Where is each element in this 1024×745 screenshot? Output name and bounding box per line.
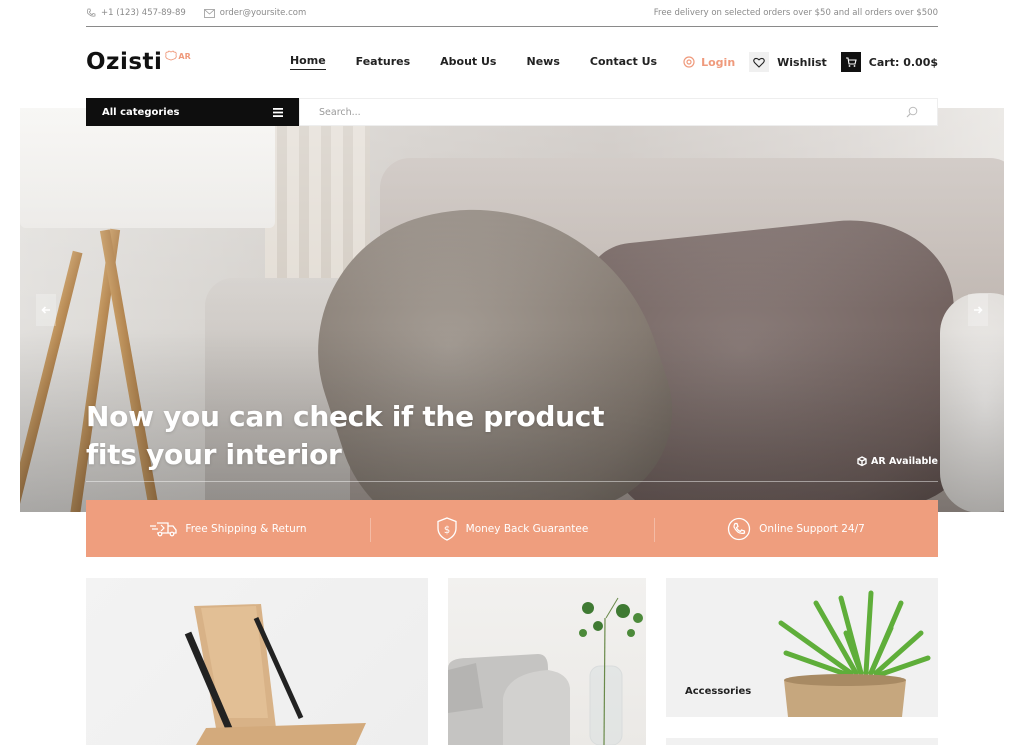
hero-title-line-1: Now you can check if the product [86,400,605,433]
cart-button[interactable]: Cart: 0.00$ [840,52,938,72]
hamburger-icon [273,107,283,117]
delivery-promo: Free delivery on selected orders over $5… [653,8,938,18]
feature-label: Free Shipping & Return [185,522,307,535]
cart-label: Cart: 0.00$ [868,55,938,69]
email-contact[interactable]: order@yoursite.com [203,8,307,18]
phone-number: +1 (123) 457-89-89 [101,8,186,18]
all-categories-label: All categories [102,106,180,118]
truck-icon [150,521,178,536]
category-tile-chair[interactable] [86,578,428,745]
cart-icon-box [840,52,861,72]
svg-text:$: $ [443,525,449,536]
chair-image [184,604,366,745]
cart-icon [845,57,857,67]
phone-icon [728,517,751,540]
top-bar: +1 (123) 457-89-89 order@yoursite.com Fr… [86,0,938,27]
nav-contact-us[interactable]: Contact Us [590,55,657,70]
email-address: order@yoursite.com [219,8,307,18]
ar-available-badge[interactable]: AR Available [856,456,938,467]
main-nav: Home Features About Us News Contact Us [289,54,657,70]
shield-dollar-icon: $ [437,516,457,541]
ar-cube-icon [857,456,867,467]
wishlist-label: Wishlist [777,55,827,69]
category-tile-accessories[interactable]: Accessories [666,578,938,717]
ar-available-label: AR Available [870,456,938,467]
arrow-left-icon [41,306,50,314]
search-icon[interactable] [906,106,918,118]
ar-cube-icon [165,50,178,61]
header: Ozisti AR Home Features About Us News Co… [86,40,938,84]
logo-text: Ozisti [86,49,163,75]
nav-news[interactable]: News [526,55,559,70]
feature-label: Online Support 24/7 [759,522,865,535]
feature-online-support: Online Support 24/7 [654,500,938,557]
hero-title: Now you can check if the product fits yo… [86,398,606,474]
slider-prev-button[interactable] [36,294,56,326]
wishlist-button[interactable]: Wishlist [749,52,827,72]
feature-label: Money Back Guarantee [465,522,589,535]
nav-features[interactable]: Features [356,55,410,70]
hero-divider [86,481,938,482]
features-bar: Free Shipping & Return $ Money Back Guar… [86,500,938,557]
login-link[interactable]: Login [683,56,735,69]
phone-icon [86,8,96,17]
logo-ar-text: AR [178,51,191,61]
logo-ar-badge: AR [164,50,191,62]
accessories-label: Accessories [685,686,752,697]
arrow-right-icon [974,306,983,314]
hero-title-line-2: fits your interior [86,438,342,471]
category-tile-sofa[interactable] [448,578,646,745]
search-bar [299,98,938,126]
wishlist-icon-box [749,52,770,72]
feature-money-back: $ Money Back Guarantee [370,500,654,557]
at-user-icon [683,56,695,68]
nav-home[interactable]: Home [289,54,326,70]
all-categories-button[interactable]: All categories [86,98,299,126]
sofa-vase-image [448,597,643,745]
search-input[interactable] [319,106,906,118]
mail-icon [203,8,215,18]
phone-contact[interactable]: +1 (123) 457-89-89 [86,8,186,18]
nav-about-us[interactable]: About Us [440,55,496,70]
logo[interactable]: Ozisti AR [86,49,191,75]
category-tile-next[interactable] [666,738,938,745]
slider-next-button[interactable] [968,294,988,326]
feature-free-shipping: Free Shipping & Return [86,500,370,557]
login-label: Login [701,55,736,69]
hero-slider: Now you can check if the product fits yo… [20,108,1004,512]
heart-icon [753,57,765,68]
header-actions: Login Wishlist Cart: 0.00$ [683,52,938,72]
